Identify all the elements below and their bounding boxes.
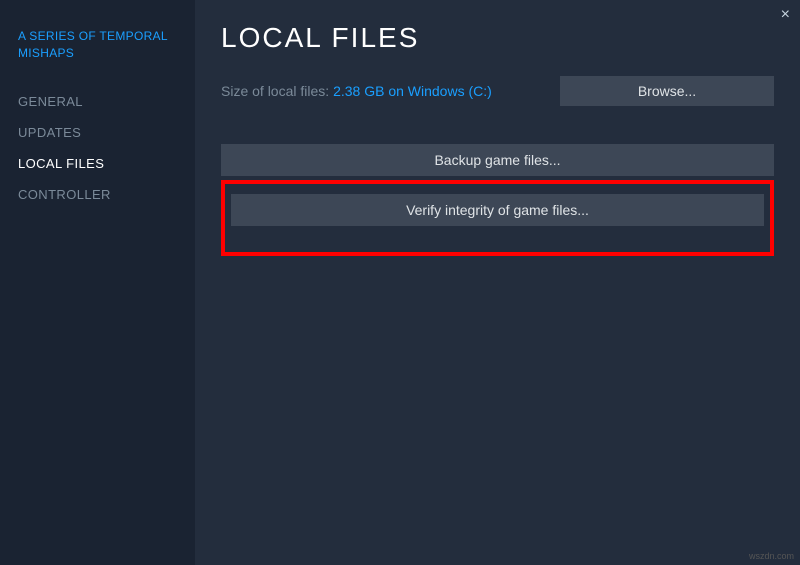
watermark: wszdn.com: [749, 551, 794, 561]
sidebar-item-updates[interactable]: UPDATES: [18, 117, 195, 148]
sidebar-item-local-files[interactable]: LOCAL FILES: [18, 148, 195, 179]
sidebar-item-controller[interactable]: CONTROLLER: [18, 179, 195, 210]
page-title: LOCAL FILES: [221, 22, 774, 54]
verify-integrity-button[interactable]: Verify integrity of game files...: [231, 194, 764, 226]
size-label: Size of local files: 2.38 GB on Windows …: [221, 83, 492, 99]
main-panel: LOCAL FILES Size of local files: 2.38 GB…: [195, 0, 800, 565]
backup-game-files-button[interactable]: Backup game files...: [221, 144, 774, 176]
game-title: A SERIES OF TEMPORAL MISHAPS: [18, 28, 195, 62]
highlight-box: Verify integrity of game files...: [221, 180, 774, 256]
browse-button[interactable]: Browse...: [560, 76, 774, 106]
close-icon[interactable]: ×: [781, 6, 790, 24]
size-value-link[interactable]: 2.38 GB on Windows (C:): [333, 83, 492, 99]
sidebar-item-general[interactable]: GENERAL: [18, 86, 195, 117]
size-row: Size of local files: 2.38 GB on Windows …: [221, 76, 774, 106]
size-label-text: Size of local files:: [221, 83, 333, 99]
sidebar: A SERIES OF TEMPORAL MISHAPS GENERAL UPD…: [0, 0, 195, 565]
